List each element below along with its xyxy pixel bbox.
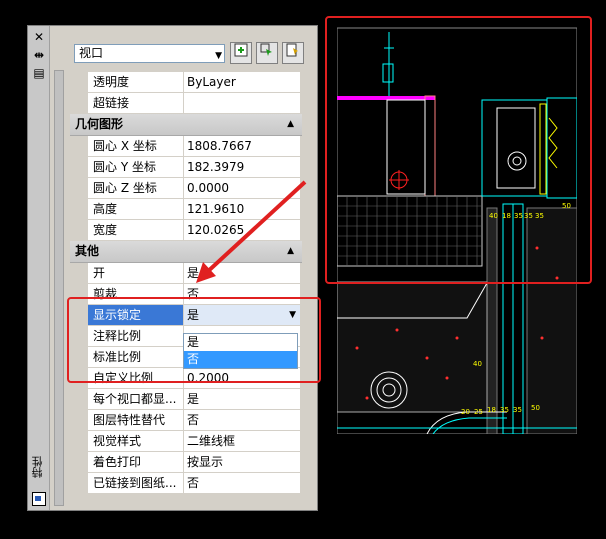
property-label: 圆心 Y 坐标: [88, 157, 184, 177]
property-label: 已链接到图纸...: [88, 473, 184, 493]
quick-select-icon[interactable]: [230, 42, 252, 64]
property-row[interactable]: 圆心 X 坐标 1808.7667: [70, 136, 302, 157]
toggle-pickadd-icon[interactable]: [282, 42, 304, 64]
property-value[interactable]: 否: [184, 410, 300, 430]
property-value[interactable]: ByLayer: [184, 72, 300, 92]
property-label: 透明度: [88, 72, 184, 92]
property-value[interactable]: 0.0000: [184, 178, 300, 198]
select-objects-icon[interactable]: [256, 42, 278, 64]
properties-palette: ✕ ⇹ ▤ 特性 视口 ▼ 透明度 ByLayer 超链接 几何图形 ▲ 圆心 …: [27, 25, 318, 511]
property-row[interactable]: 每个视口都显... 是: [70, 389, 302, 410]
property-value[interactable]: 182.3979: [184, 157, 300, 177]
section-misc[interactable]: 其他 ▲: [70, 241, 302, 263]
object-type-value: 视口: [79, 46, 104, 60]
palette-menu-icon[interactable]: ▤: [31, 66, 47, 80]
highlight-box-property: [67, 297, 321, 383]
property-value[interactable]: 是: [184, 389, 300, 409]
property-label: 圆心 X 坐标: [88, 136, 184, 156]
property-row[interactable]: 开是: [70, 263, 302, 284]
property-row[interactable]: 视觉样式 二维线框: [70, 431, 302, 452]
property-label: 图层特性替代: [88, 410, 184, 430]
chevron-down-icon: ▼: [215, 51, 222, 61]
highlight-box-viewport: [325, 16, 592, 284]
section-title: 其他: [75, 244, 100, 258]
dimension-label: 40: [473, 360, 482, 368]
dimension-label: 25: [474, 408, 483, 416]
property-value[interactable]: 按显示: [184, 452, 300, 472]
property-row[interactable]: 图层特性替代否: [70, 410, 302, 431]
object-type-select[interactable]: 视口 ▼: [74, 44, 225, 63]
property-label: 圆心 Z 坐标: [88, 178, 184, 198]
property-label: 视觉样式: [88, 431, 184, 451]
property-label: 高度: [88, 199, 184, 219]
property-label: 每个视口都显...: [88, 389, 184, 409]
property-value[interactable]: 否: [184, 473, 300, 493]
property-row[interactable]: 高度 121.9610: [70, 199, 302, 220]
property-value[interactable]: 二维线框: [184, 431, 300, 451]
section-title: 几何图形: [75, 117, 124, 131]
dimension-label: 18: [487, 406, 496, 414]
property-row[interactable]: 着色打印 按显示: [70, 452, 302, 473]
scrollbar[interactable]: [54, 70, 64, 506]
property-value[interactable]: 是: [184, 263, 300, 283]
property-value[interactable]: [184, 93, 300, 113]
dimension-label: 20: [461, 408, 470, 416]
palette-options-icon[interactable]: [32, 492, 46, 506]
collapse-icon[interactable]: ▲: [287, 114, 294, 135]
selection-toolbar: 视口 ▼: [70, 42, 310, 66]
property-row[interactable]: 已链接到图纸... 否: [70, 473, 302, 494]
section-geometry[interactable]: 几何图形 ▲: [70, 114, 302, 136]
palette-title: 特性: [31, 456, 44, 478]
property-label: 开: [88, 263, 184, 283]
property-label: 着色打印: [88, 452, 184, 472]
property-row[interactable]: 圆心 Z 坐标 0.0000: [70, 178, 302, 199]
property-row[interactable]: 圆心 Y 坐标 182.3979: [70, 157, 302, 178]
dimension-label: 35: [500, 406, 509, 414]
property-grid: 透明度 ByLayer 超链接 几何图形 ▲ 圆心 X 坐标 1808.7667 圆心…: [70, 72, 302, 494]
property-value[interactable]: 1808.7667: [184, 136, 300, 156]
property-label: 超链接: [88, 93, 184, 113]
property-row[interactable]: 宽度 120.0265: [70, 220, 302, 241]
close-icon[interactable]: ✕: [31, 30, 47, 44]
property-value[interactable]: 120.0265: [184, 220, 300, 240]
property-label: 宽度: [88, 220, 184, 240]
collapse-icon[interactable]: ▲: [287, 241, 294, 262]
property-value[interactable]: 121.9610: [184, 199, 300, 219]
palette-titlebar[interactable]: ✕ ⇹ ▤ 特性: [28, 26, 50, 510]
dimension-label: 50: [531, 404, 540, 412]
property-row[interactable]: 超链接: [70, 93, 302, 114]
autohide-icon[interactable]: ⇹: [31, 48, 47, 62]
property-row[interactable]: 透明度 ByLayer: [70, 72, 302, 93]
dimension-label: 35: [513, 406, 522, 414]
